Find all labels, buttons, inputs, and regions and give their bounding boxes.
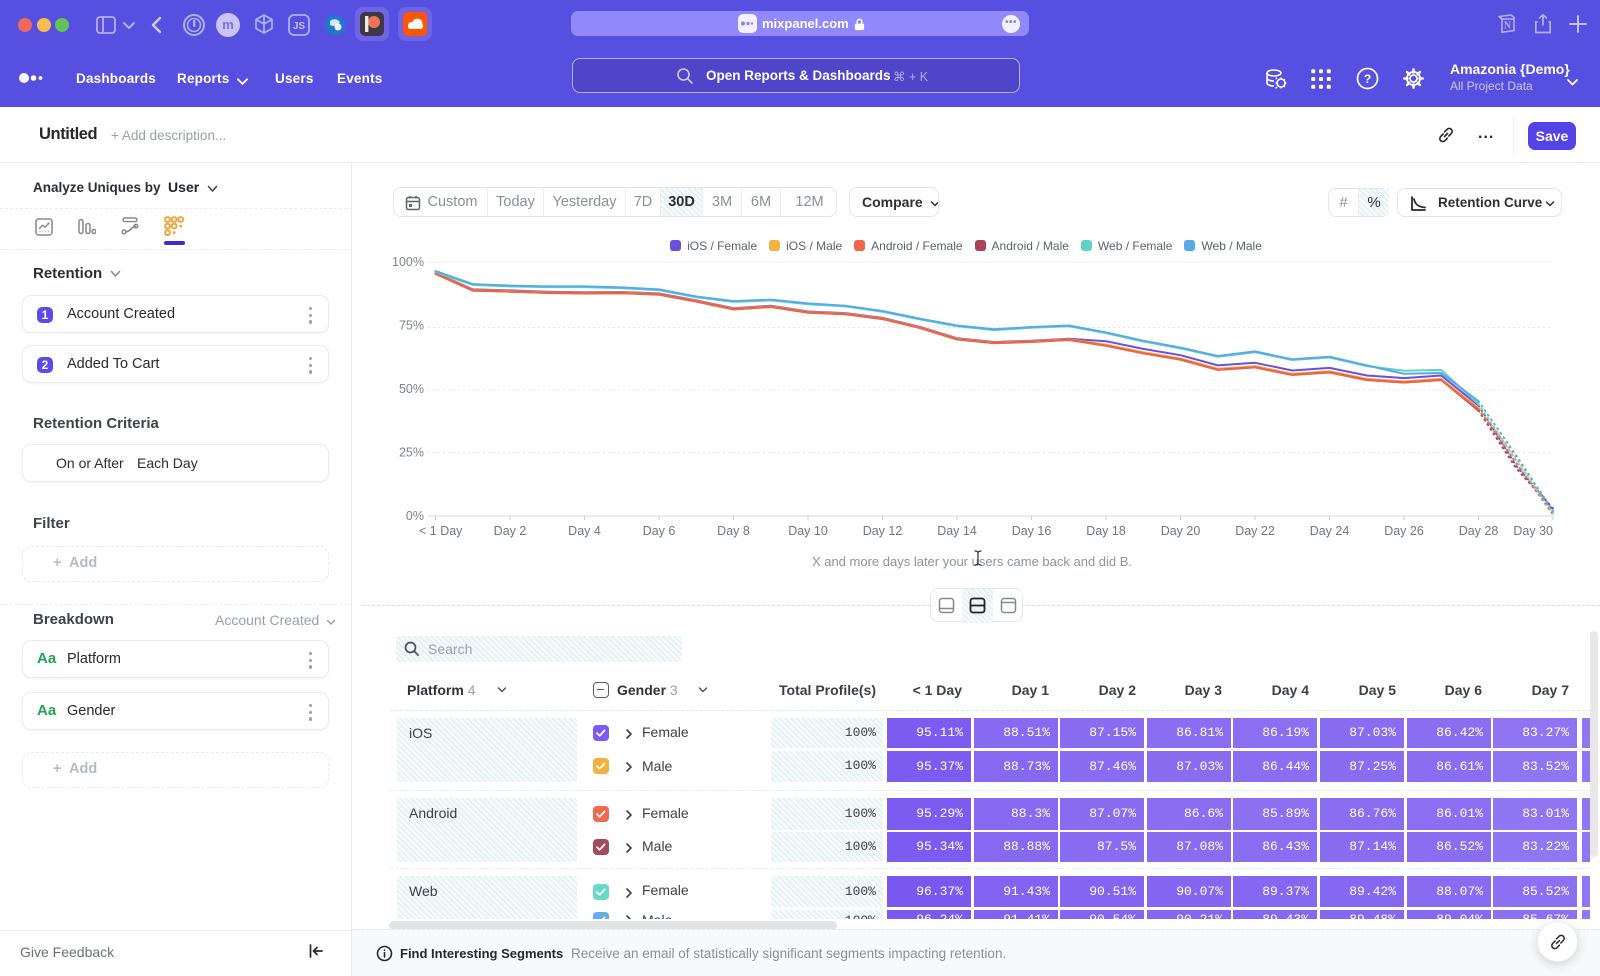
svg-text:JS: JS <box>293 21 306 32</box>
svg-text:N: N <box>1504 21 1512 32</box>
svg-text:?: ? <box>1364 72 1371 86</box>
